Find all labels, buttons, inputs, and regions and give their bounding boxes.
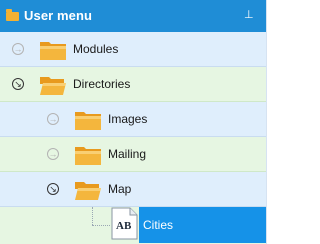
document-ab-text: AB bbox=[116, 220, 132, 232]
selected-highlight[interactable]: Cities bbox=[139, 207, 266, 243]
folder-closed-icon bbox=[75, 147, 101, 165]
tree-item-modules[interactable]: → Modules bbox=[0, 32, 266, 67]
user-menu-panel: User menu ⊥ → Modules ↘ Directories → Im… bbox=[0, 0, 267, 244]
panel-header: User menu ⊥ bbox=[0, 0, 266, 32]
folder-closed-icon bbox=[40, 42, 66, 60]
tree-item-label: Map bbox=[108, 182, 132, 196]
folder-closed-icon bbox=[75, 112, 101, 130]
document-ab-icon: AB bbox=[111, 207, 138, 240]
panel-title: User menu bbox=[24, 8, 93, 23]
folder-icon bbox=[6, 9, 19, 21]
expand-arrow-icon[interactable]: → bbox=[47, 148, 59, 160]
tree-item-label: Directories bbox=[73, 77, 131, 91]
tree-item-images[interactable]: → Images bbox=[0, 102, 266, 137]
pin-icon[interactable]: ⊥ bbox=[244, 10, 254, 21]
tree-item-directories[interactable]: ↘ Directories bbox=[0, 67, 266, 102]
tree-item-label: Images bbox=[108, 112, 148, 126]
collapse-arrow-icon[interactable]: ↘ bbox=[47, 183, 59, 195]
tree-item-label: Mailing bbox=[108, 147, 147, 161]
folder-open-icon bbox=[75, 182, 101, 200]
tree-item-map[interactable]: ↘ Map bbox=[0, 172, 266, 207]
tree-item-label: Cities bbox=[143, 218, 174, 232]
tree-connector-line bbox=[92, 225, 110, 226]
folder-open-icon bbox=[40, 77, 66, 95]
expand-arrow-icon[interactable]: → bbox=[47, 113, 59, 125]
tree-item-mailing[interactable]: → Mailing bbox=[0, 137, 266, 172]
tree-connector-line bbox=[92, 207, 93, 225]
expand-arrow-icon[interactable]: → bbox=[12, 43, 24, 55]
collapse-arrow-icon[interactable]: ↘ bbox=[12, 78, 24, 90]
tree-item-label: Modules bbox=[73, 42, 119, 56]
